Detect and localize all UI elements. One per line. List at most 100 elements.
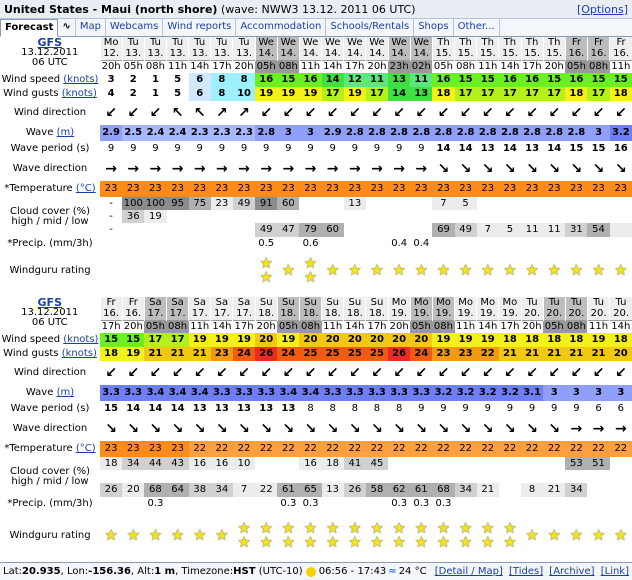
archive-link[interactable]: [Archive] [549,566,594,577]
wave-arrow-icon: → [216,161,228,177]
wave-period-row-cell: 15 [569,143,584,154]
wave-arrow-icon: ↘ [548,421,561,437]
graph-icon[interactable]: ∿ [58,19,76,36]
wave-period-row-cell: 14 [148,403,163,414]
row-label-text: Wind speed [1,334,61,345]
tab-accommodation[interactable]: Accommodation [236,19,327,36]
wind-gusts-row-cell: 24 [277,347,300,361]
wind-arrow-icon: ↙ [216,365,228,381]
hour-cell: 08h [454,59,477,73]
day-cell: Sa [143,297,167,309]
tab-schools-rentals[interactable]: Schools/Rentals [326,19,415,36]
tab-wind-reports[interactable]: Wind reports [163,19,237,36]
date-cell: 16. [586,49,610,60]
cloud-mid-cell [565,210,588,223]
cloud-low-cell: 62 [388,483,411,497]
precip-row-cell [543,237,565,251]
wave-arrow-icon: → [371,161,383,177]
wind-gusts-row-cell: 17 [476,87,499,101]
unit-link[interactable]: (knots) [62,348,97,359]
cloud-high-cell: 41 [343,457,366,470]
day-cell: We [321,37,344,49]
wind-direction-row: Wind direction ↙ ↙ ↙ ↙ ↙ ↙ ↙ ↙ ↙ ↙ ↙ ↙ ↙ ↙ ↙ ↙ ↙ ↙ ↙ ↙ ↙ ↙ ↙ ↙ [0,361,632,385]
detail-map-link[interactable]: [Detail / Map] [435,566,503,577]
unit-link[interactable]: (°C) [76,183,96,194]
wave-arrow-icon: ↘ [504,421,516,437]
cloud-low-cell: 60 [321,223,344,237]
cloud-low-cell: 20 [122,483,145,497]
star-icon: ★ [370,261,384,279]
day-cell: Su [254,297,278,309]
temperature-row-cell: 22 [498,441,521,457]
precip-row-cell [610,237,632,251]
temperature-row-cell: 23 [365,181,389,197]
lat-label: Lat: [3,566,22,577]
day-cell: Th [542,37,566,49]
cloud-mid-cell [299,210,322,223]
cloud-mid-cell [255,210,278,223]
hour-cell: 05h [432,59,455,73]
star-icon: ★ [569,261,584,279]
wind-gusts-row-cell: 25 [299,347,322,361]
precip-row-cell [477,497,499,511]
day-cell: Su [276,297,300,309]
wave-period-row-cell: 9 [440,403,447,414]
star-icon: ★ [547,261,561,279]
unit-link[interactable]: (knots) [62,88,97,99]
tab-webcams[interactable]: Webcams [106,19,164,36]
star-icon: ★ [215,526,229,544]
cloud-mid-cell [166,210,189,223]
rating-row-cell: ★★ [233,511,255,561]
unit-link[interactable]: (m) [57,387,75,398]
wave-arrow-icon: ↘ [326,421,339,437]
wave-row-cell: 3.3 [388,385,411,401]
precip-row-cell [610,497,632,511]
unit-link[interactable]: (°C) [76,443,96,454]
row-label-text: Wind direction [13,367,87,378]
tab-other[interactable]: Other... [454,19,500,36]
day-row: GFS 13.12.2011 06 UTC Fr Fr Sa Sa Sa Sa Sa Su Su Su S… [0,297,632,328]
precip-row-cell [122,497,144,511]
hour-cell: 17h [343,59,366,73]
wind-speed-row-cell: 15 [277,73,300,87]
wind-speed-row-cell: 20 [299,333,322,347]
rating-row-cell [100,251,122,291]
wave-arrow-icon: ↘ [570,161,583,177]
tab-map[interactable]: Map [76,19,106,36]
rating-row-cell: ★ [499,251,521,291]
lon-label: , Lon: [60,566,89,577]
wave-row-cell: 3.3 [410,385,433,401]
wave-row-cell: 2.8 [388,125,411,141]
cloud-mid-cell [410,210,433,223]
cloud-high-cell [454,457,477,470]
wind-gusts-row-cell: 19 [343,87,366,101]
footer-links: [Detail / Map] [Tides] [Archive] [Link] [432,566,629,577]
cloud-high-cell: 91 [255,197,278,210]
cloud-label-2: high / mid / low [11,216,89,227]
tab-forecast[interactable]: Forecast [0,19,59,37]
tab-shops[interactable]: Shops [414,19,454,36]
unit-link[interactable]: (knots) [63,334,98,345]
unit-link[interactable]: (m) [57,127,75,138]
tides-link[interactable]: [Tides] [509,566,543,577]
cloud-mid-cell [521,210,544,223]
cloud-high-cell: 100 [122,197,145,210]
wind-gusts-row-cell: 18 [100,347,123,361]
cloud-low-cell [343,223,366,237]
day-cell: Fr [609,37,632,49]
precip-row-cell [366,497,388,511]
cloud-high-cell: 43 [166,457,189,470]
rating-row-cell: ★ [144,511,166,561]
wave-row-cell: 3.4 [299,385,322,401]
precip-row-cell [432,237,454,251]
unit-link[interactable]: (knots) [63,74,98,85]
temperature-row-cell: 23 [166,441,189,457]
wind-arrow-icon: ↙ [260,105,273,121]
cloud-mid-cell [277,210,300,223]
wave-arrow-icon: ↘ [282,421,295,437]
wave-period-row-cell: 9 [285,143,292,154]
wave-arrow-icon: ↘ [437,161,450,177]
options-link[interactable]: [Options] [577,3,628,16]
cloud-mid-cell [521,470,544,483]
link-link[interactable]: [Link] [601,566,629,577]
